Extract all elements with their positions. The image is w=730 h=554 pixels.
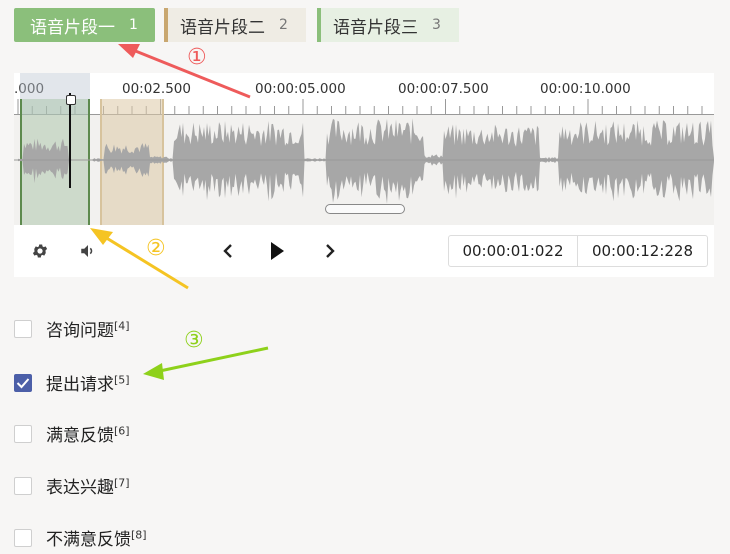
annotation-arrow-2 [99, 232, 189, 290]
label-option-text: 表达兴趣[7] [46, 476, 130, 498]
checkbox[interactable] [14, 528, 32, 547]
label-option-count: [6] [114, 424, 130, 438]
label-option-1[interactable]: 咨询问题[4] [14, 316, 130, 341]
label-option-text: 满意反馈[6] [46, 424, 130, 446]
label-option-count: [5] [114, 373, 130, 387]
annotation-marker-1: ① [187, 45, 207, 70]
label-option-count: [8] [131, 528, 147, 542]
checkbox[interactable] [14, 319, 32, 338]
annotation-arrows [90, 44, 269, 380]
annotation-marker-3: ③ [184, 328, 204, 353]
annotation-marker-2: ② [146, 236, 166, 261]
checkbox[interactable] [14, 476, 32, 495]
label-option-3[interactable]: 满意反馈[6] [14, 421, 130, 446]
label-option-text: 咨询问题[4] [46, 319, 130, 341]
label-option-count: [4] [114, 319, 130, 333]
checkbox-checked[interactable] [14, 373, 32, 392]
label-option-2[interactable]: 提出请求[5] [14, 370, 130, 395]
label-option-text: 提出请求[5] [46, 373, 130, 395]
annotation-arrowhead-3 [143, 363, 164, 380]
label-option-text: 不满意反馈[8] [46, 528, 147, 550]
label-option-4[interactable]: 表达兴趣[7] [14, 473, 130, 498]
annotation-arrowhead-2 [90, 228, 113, 245]
checkbox[interactable] [14, 424, 32, 443]
label-option-count: [7] [114, 476, 130, 490]
label-option-5[interactable]: 不满意反馈[8] [14, 525, 147, 550]
checkmark-icon [16, 377, 30, 388]
annotation-arrow-3 [154, 346, 269, 374]
